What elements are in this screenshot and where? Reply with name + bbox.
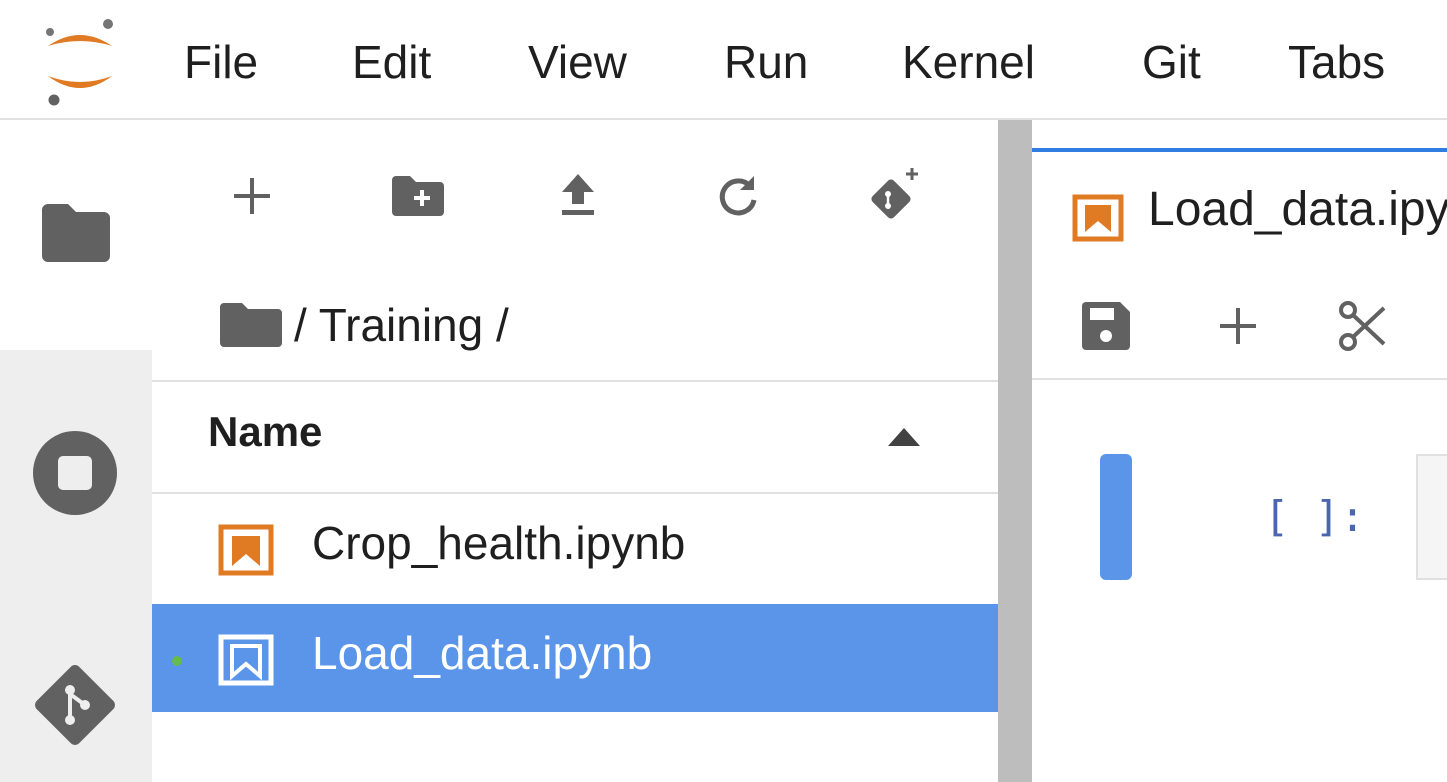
running-indicator: [172, 656, 182, 666]
git-clone-icon: [871, 168, 918, 219]
upload-button[interactable]: [542, 160, 614, 232]
code-cell-editor[interactable]: [1416, 454, 1447, 580]
new-folder-button[interactable]: [382, 160, 454, 232]
save-button[interactable]: [1076, 296, 1136, 356]
folder-icon[interactable]: [218, 301, 284, 349]
cut-button[interactable]: [1332, 296, 1392, 356]
document-tab-bar: Load_data.ipynb: [1032, 120, 1447, 270]
notebook-icon: [218, 634, 274, 686]
git-clone-button[interactable]: [858, 160, 930, 232]
folder-icon: [42, 204, 110, 262]
menu-file[interactable]: File: [182, 30, 260, 94]
notebook-cells: [ ]:: [1032, 382, 1447, 782]
save-icon: [1082, 302, 1130, 350]
new-folder-icon: [392, 176, 444, 216]
sidebar-tab-git[interactable]: [30, 660, 120, 750]
tab-load-data[interactable]: Load_data.ipynb: [1032, 148, 1447, 270]
file-row[interactable]: Crop_health.ipynb: [152, 494, 998, 602]
new-launcher-button[interactable]: [216, 160, 288, 232]
file-name: Load_data.ipynb: [312, 627, 653, 679]
cell-input-prompt: [ ]:: [1264, 492, 1366, 541]
menu-kernel[interactable]: Kernel: [900, 30, 1037, 94]
main-area: Load_data.ipynb [ ]:: [1032, 120, 1447, 782]
plus-icon: [1220, 308, 1256, 344]
menubar: File Edit View Run Kernel Git Tabs: [0, 0, 1447, 120]
menu-git[interactable]: Git: [1140, 30, 1203, 94]
refresh-button[interactable]: [702, 160, 774, 232]
cell-collapser[interactable]: [1100, 454, 1132, 580]
panel-splitter[interactable]: [998, 120, 1032, 782]
file-row-selected[interactable]: Load_data.ipynb: [152, 604, 998, 712]
activity-bar: [0, 120, 153, 782]
menu-view[interactable]: View: [526, 30, 629, 94]
notebook-icon: [1072, 194, 1124, 242]
menu-run[interactable]: Run: [722, 30, 810, 94]
sort-ascending-icon[interactable]: [888, 428, 920, 446]
git-icon: [35, 665, 115, 745]
sidebar-tab-running[interactable]: [30, 428, 120, 518]
notebook-icon: [218, 524, 274, 576]
file-list-header: Name: [152, 380, 998, 494]
jupyter-logo-icon: [36, 10, 124, 110]
breadcrumb: / Training /: [218, 292, 509, 358]
notebook-toolbar: [1032, 270, 1447, 380]
plus-icon: [234, 178, 270, 214]
scissors-icon: [1339, 301, 1386, 351]
column-header-name[interactable]: Name: [208, 408, 322, 456]
refresh-icon: [719, 176, 757, 216]
menu-edit[interactable]: Edit: [350, 30, 433, 94]
upload-icon: [562, 174, 594, 215]
sidebar-tab-file-browser[interactable]: [0, 120, 152, 350]
tab-label: Load_data.ipynb: [1148, 183, 1447, 236]
stop-circle-icon: [33, 431, 117, 515]
breadcrumb-path[interactable]: / Training /: [294, 298, 509, 352]
menu-tabs[interactable]: Tabs: [1286, 30, 1387, 94]
file-browser-panel: / Training / Name Crop_health.ipynb Load…: [152, 120, 998, 782]
file-name: Crop_health.ipynb: [312, 517, 686, 569]
insert-cell-button[interactable]: [1208, 296, 1268, 356]
